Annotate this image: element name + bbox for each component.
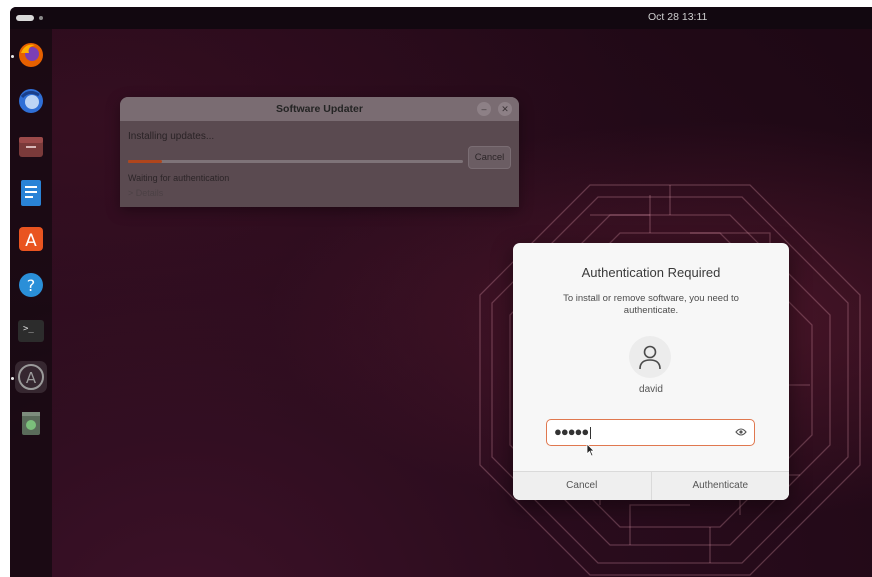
terminal-icon[interactable]: >_: [15, 315, 47, 347]
details-expander[interactable]: > Details: [128, 188, 163, 198]
cancel-button[interactable]: Cancel: [513, 472, 651, 500]
running-indicator: [11, 377, 14, 380]
show-password-icon[interactable]: [735, 427, 747, 437]
progress-fill: [128, 160, 162, 163]
mouse-pointer: [586, 443, 595, 457]
svg-text:A: A: [25, 231, 37, 251]
username: david: [639, 384, 663, 395]
workspace-indicator: [39, 16, 43, 20]
sub-status: Waiting for authentication: [128, 173, 230, 183]
password-field[interactable]: ●●●●●: [546, 419, 755, 446]
thunderbird-icon[interactable]: [15, 85, 47, 117]
authenticate-button[interactable]: Authenticate: [652, 472, 790, 500]
authentication-dialog: Authentication Required To install or re…: [513, 243, 789, 500]
dialog-title: Authentication Required: [581, 265, 721, 280]
user-icon: [639, 345, 661, 370]
avatar: [629, 336, 671, 378]
software-updater-window: Software Updater – ✕ Installing updates.…: [120, 97, 519, 207]
minimize-icon[interactable]: –: [477, 102, 491, 116]
writer-icon[interactable]: [15, 177, 47, 209]
top-bar: Oct 28 13:11: [10, 7, 872, 29]
svg-text:?: ?: [27, 276, 36, 295]
window-title: Software Updater: [120, 97, 519, 121]
clock[interactable]: Oct 28 13:11: [648, 11, 707, 23]
dialog-message: To install or remove software, you need …: [563, 293, 739, 316]
software-updater-icon[interactable]: A: [15, 361, 47, 393]
dialog-actions: Cancel Authenticate: [513, 471, 789, 500]
trash-icon[interactable]: [15, 407, 47, 439]
cancel-button[interactable]: Cancel: [468, 146, 511, 169]
svg-text:A: A: [26, 369, 37, 387]
password-value: ●●●●●: [554, 424, 592, 439]
svg-text:>_: >_: [23, 324, 34, 334]
help-icon[interactable]: ?: [15, 269, 47, 301]
dock: A ? >_ A: [10, 29, 52, 577]
firefox-icon[interactable]: [15, 39, 47, 71]
close-icon[interactable]: ✕: [498, 102, 512, 116]
update-status: Installing updates...: [128, 131, 215, 142]
activities-button[interactable]: [16, 15, 34, 21]
files-icon[interactable]: [15, 131, 47, 163]
running-indicator: [11, 55, 14, 58]
desktop: Oct 28 13:11 A ? >_ A Software Updater –…: [10, 7, 872, 577]
app-center-icon[interactable]: A: [15, 223, 47, 255]
update-progress-bar: [128, 160, 463, 163]
